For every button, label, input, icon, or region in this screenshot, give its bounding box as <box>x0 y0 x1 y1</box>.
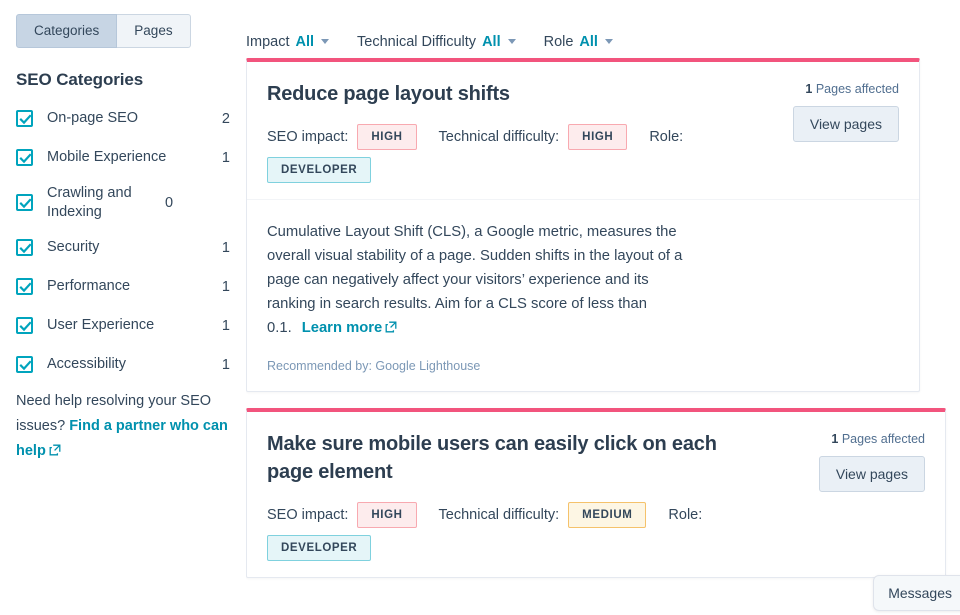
category-label: Security <box>47 239 100 255</box>
view-pages-button[interactable]: View pages <box>818 456 925 492</box>
filter-impact[interactable]: Impact All <box>246 34 330 50</box>
filter-bar: Impact All Technical Difficulty All Role… <box>246 0 960 58</box>
category-label: Accessibility <box>47 356 126 372</box>
pages-affected: 1 Pages affected <box>749 82 899 96</box>
recommended-by: Recommended by: Google Lighthouse <box>267 359 899 373</box>
checkbox-icon[interactable] <box>16 278 33 295</box>
filter-technical-difficulty[interactable]: Technical Difficulty All <box>357 34 516 50</box>
chevron-down-icon <box>604 39 613 44</box>
technical-difficulty-badge: MEDIUM <box>568 502 647 528</box>
category-count: 2 <box>221 110 230 127</box>
recommendation-card: Reduce page layout shifts SEO impact: HI… <box>246 58 920 392</box>
category-item-user-experience[interactable]: User Experience 1 <box>16 311 230 341</box>
category-count: 1 <box>221 278 230 295</box>
checkbox-icon[interactable] <box>16 110 33 127</box>
recommendation-card-header-right: 1 Pages affected View pages <box>775 430 925 561</box>
role-badge: DEVELOPER <box>267 535 372 561</box>
filter-technical-difficulty-label: Technical Difficulty <box>357 34 477 50</box>
checkbox-icon[interactable] <box>16 149 33 166</box>
checkbox-icon[interactable] <box>16 239 33 256</box>
category-list: On-page SEO 2 Mobile Experience 1 Crawli… <box>16 104 230 380</box>
filter-impact-label: Impact <box>246 34 290 50</box>
learn-more-link[interactable]: Learn more <box>302 320 398 336</box>
pages-affected: 1 Pages affected <box>775 432 925 446</box>
recommended-by-prefix: Recommended by: <box>267 359 372 373</box>
category-item-security[interactable]: Security 1 <box>16 233 230 263</box>
filter-technical-difficulty-value: All <box>482 34 501 50</box>
recommendation-card: Make sure mobile users can easily click … <box>246 408 946 578</box>
role-badge-wrap: DEVELOPER <box>267 535 765 561</box>
category-label: On-page SEO <box>47 110 139 126</box>
pages-affected-label: Pages affected <box>815 82 899 96</box>
role-label: Role: <box>668 507 703 523</box>
recommendation-description: Cumulative Layout Shift (CLS), a Google … <box>267 220 687 341</box>
technical-difficulty-badge: HIGH <box>568 124 628 150</box>
pages-affected-label: Pages affected <box>841 432 925 446</box>
external-link-icon <box>385 317 397 341</box>
seo-impact-badge: HIGH <box>357 124 417 150</box>
recommendation-card-header-left: Make sure mobile users can easily click … <box>267 430 775 561</box>
filter-role[interactable]: Role All <box>544 34 613 50</box>
seo-recommendations-page: Categories Pages SEO Categories On-page … <box>0 0 960 615</box>
category-label: Crawling and Indexing <box>47 184 132 220</box>
category-label: Performance <box>47 278 131 294</box>
category-item-crawling-and-indexing[interactable]: Crawling and Indexing 0 <box>16 182 230 224</box>
tab-categories[interactable]: Categories <box>16 14 118 48</box>
seo-impact-badge: HIGH <box>357 502 417 528</box>
recommended-by-source: Google Lighthouse <box>375 359 481 373</box>
recommendation-card-header: Make sure mobile users can easily click … <box>247 412 945 577</box>
external-link-icon <box>49 440 61 465</box>
recommendation-title: Make sure mobile users can easily click … <box>267 433 717 483</box>
role-label: Role: <box>649 129 684 145</box>
view-pages-button[interactable]: View pages <box>792 106 899 142</box>
technical-difficulty-label: Technical difficulty: <box>438 507 560 523</box>
chevron-down-icon <box>321 39 330 44</box>
learn-more-label: Learn more <box>301 320 383 336</box>
recommendation-card-header-right: 1 Pages affected View pages <box>749 80 899 183</box>
category-count: 0 <box>165 194 174 211</box>
recommendation-meta: SEO impact: HIGH Technical difficulty: M… <box>267 502 765 561</box>
tab-pages[interactable]: Pages <box>117 14 191 48</box>
recommendation-meta: SEO impact: HIGH Technical difficulty: H… <box>267 124 739 183</box>
recommendation-title: Reduce page layout shifts <box>267 83 510 105</box>
category-label: User Experience <box>47 317 155 333</box>
sidebar-tab-group: Categories Pages <box>16 14 230 48</box>
main-content: Impact All Technical Difficulty All Role… <box>246 0 960 615</box>
sidebar-help-text: Need help resolving your SEO issues? Fin… <box>16 389 230 465</box>
filter-role-value: All <box>579 34 598 50</box>
chevron-down-icon <box>507 39 516 44</box>
filter-impact-value: All <box>295 34 315 50</box>
category-item-performance[interactable]: Performance 1 <box>16 272 230 302</box>
checkbox-icon[interactable] <box>16 356 33 373</box>
seo-impact-label: SEO impact: <box>267 507 349 523</box>
checkbox-icon[interactable] <box>16 317 33 334</box>
technical-difficulty-label: Technical difficulty: <box>438 129 560 145</box>
pages-affected-count: 1 <box>831 432 839 446</box>
messages-widget-button[interactable]: Messages <box>873 575 960 611</box>
sidebar: Categories Pages SEO Categories On-page … <box>0 0 246 615</box>
category-item-on-page-seo[interactable]: On-page SEO 2 <box>16 104 230 134</box>
role-badge-wrap: DEVELOPER <box>267 157 739 183</box>
recommendation-card-header: Reduce page layout shifts SEO impact: HI… <box>247 62 919 200</box>
filter-role-label: Role <box>543 34 574 50</box>
category-item-accessibility[interactable]: Accessibility 1 <box>16 350 230 380</box>
category-count: 1 <box>221 149 230 166</box>
checkbox-icon[interactable] <box>16 194 33 211</box>
recommendation-card-header-left: Reduce page layout shifts SEO impact: HI… <box>267 80 749 183</box>
category-count: 1 <box>221 356 230 373</box>
category-item-mobile-experience[interactable]: Mobile Experience 1 <box>16 143 230 173</box>
recommendation-card-body: Cumulative Layout Shift (CLS), a Google … <box>247 200 919 391</box>
role-badge: DEVELOPER <box>267 157 372 183</box>
pages-affected-count: 1 <box>805 82 813 96</box>
seo-impact-label: SEO impact: <box>267 129 349 145</box>
category-count: 1 <box>221 239 230 256</box>
category-label: Mobile Experience <box>47 149 167 165</box>
category-count: 1 <box>221 317 230 334</box>
sidebar-title: SEO Categories <box>16 69 144 89</box>
